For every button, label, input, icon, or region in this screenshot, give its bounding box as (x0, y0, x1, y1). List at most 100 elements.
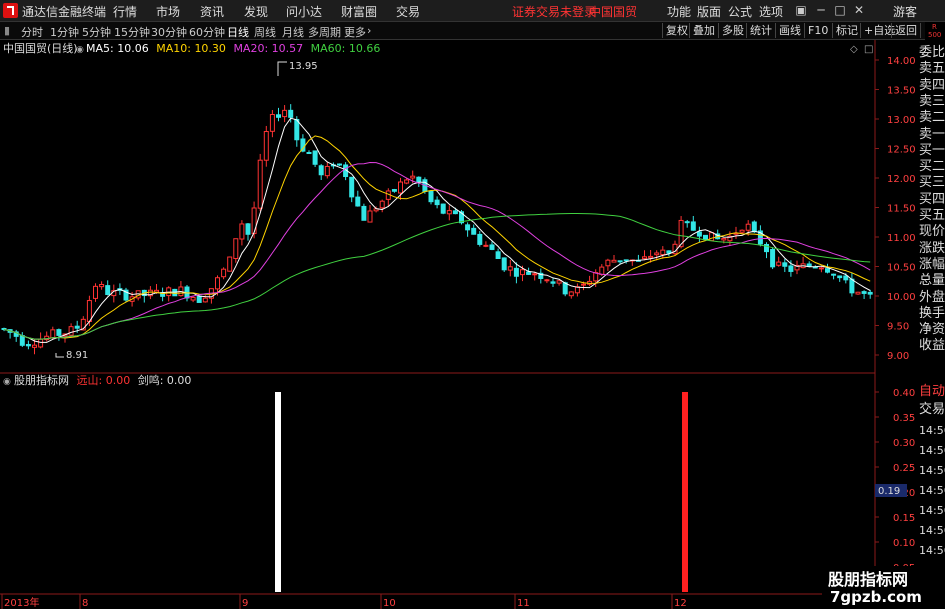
trade-tab[interactable]: 交易 (919, 402, 945, 417)
period-tab-15min[interactable]: 15分钟 (114, 24, 150, 40)
overlay-button[interactable]: 叠加 (689, 23, 718, 38)
candle-up (642, 256, 647, 260)
candle-up (379, 200, 385, 209)
auto-toggle[interactable]: 自动 (919, 384, 945, 399)
quote-field-label[interactable]: 现价 (919, 224, 945, 239)
candle-up (776, 261, 782, 266)
chart-settings-icon[interactable]: ◇ (850, 44, 858, 55)
menu-item-wealth[interactable]: 财富圈 (341, 3, 377, 20)
tick-time: 14:56 (919, 544, 945, 557)
mark-button[interactable]: 标记 (832, 23, 861, 38)
current-stock-notice[interactable]: 中国国贸 (589, 3, 637, 20)
time-tick-label: 8 (82, 598, 88, 609)
indicator-tick-label: 0.10 (893, 538, 915, 549)
quote-field-label[interactable]: 卖二 (919, 110, 945, 125)
candle-up (227, 256, 233, 272)
kline-chart[interactable]: 14.00 13.50 13.00 12.50 12.00 11.50 11.00 10.50… (0, 40, 916, 609)
candle-down (288, 109, 294, 118)
menu-item-trade[interactable]: 交易 (396, 3, 420, 20)
menu-item-market[interactable]: 市场 (156, 3, 180, 20)
menu-item-discover[interactable]: 发现 (244, 3, 268, 20)
chart-zoom-icon[interactable]: □ (864, 44, 873, 55)
draw-line-button[interactable]: 画线 (775, 23, 804, 38)
quote-field-label[interactable]: 总量 (919, 273, 945, 288)
quote-field-label[interactable]: 卖四 (919, 78, 945, 93)
period-tab-60min[interactable]: 60分钟 (189, 24, 225, 40)
candle-up (221, 268, 227, 278)
close-icon[interactable]: ✕ (851, 2, 867, 18)
candle-up (282, 109, 288, 118)
menu-item-formula[interactable]: 公式 (728, 3, 752, 20)
menu-item-function[interactable]: 功能 (667, 3, 691, 20)
quote-field-label[interactable]: 外盘 (919, 290, 945, 305)
candle-up (709, 232, 715, 242)
menu-item-news[interactable]: 资讯 (200, 3, 224, 20)
candle-down (843, 275, 849, 281)
candle-up (93, 285, 98, 299)
minimize-icon[interactable]: ─ (813, 2, 829, 18)
indicator-expand-icon[interactable]: ◉ (3, 377, 11, 387)
menu-item-options[interactable]: 选项 (759, 3, 783, 20)
candle-up (556, 280, 562, 284)
f10-button[interactable]: F10 (804, 23, 831, 38)
indicator-line1-value: 0.00 (106, 374, 131, 387)
menu-item-quotes[interactable]: 行情 (113, 3, 137, 20)
quote-field-label[interactable]: 买五 (919, 208, 945, 223)
candle-up (68, 326, 74, 336)
period-tab-30min[interactable]: 30分钟 (151, 24, 187, 40)
statistics-button[interactable]: 统计 (746, 23, 775, 38)
badge-bottom: 500 (928, 31, 942, 39)
maximize-icon[interactable]: □ (832, 2, 848, 18)
candle-down (25, 343, 31, 347)
quote-field-label[interactable]: 卖三 (919, 94, 945, 109)
quote-field-label[interactable]: 涨幅 (919, 257, 945, 272)
period-tab-multi[interactable]: 多周期 (308, 24, 341, 40)
period-tab-5min[interactable]: 5分钟 (82, 24, 111, 40)
quote-field-label[interactable]: 买四 (919, 192, 945, 207)
candle-up (568, 291, 574, 297)
indicator-tick-label: 0.40 (893, 388, 915, 399)
quote-field-label[interactable]: 卖五 (919, 61, 945, 76)
more-chevron-icon[interactable]: › (367, 24, 371, 37)
menu-item-layout[interactable]: 版面 (697, 3, 721, 20)
r500-badge[interactable]: R 500 (925, 22, 945, 40)
candle-up (739, 229, 745, 233)
quote-field-label[interactable]: 买二 (919, 159, 945, 174)
period-tab-1min[interactable]: 1分钟 (50, 24, 79, 40)
ma60-label: MA60 (311, 42, 342, 55)
price-tick-label: 13.00 (887, 115, 916, 126)
period-tab-monthly[interactable]: 月线 (282, 24, 304, 40)
period-tab-more[interactable]: 更多 (344, 24, 366, 40)
candle-down (56, 329, 62, 336)
candle-down (867, 291, 873, 295)
candle-up (86, 300, 92, 322)
indicator-line1-name: 远山 (77, 374, 99, 387)
quote-field-label[interactable]: 净资 (919, 322, 945, 337)
indicator-tick-label: 0.15 (893, 513, 915, 524)
back-button[interactable]: 返回 (891, 23, 921, 38)
candle-down (105, 285, 111, 295)
candle-up (745, 223, 751, 231)
candle-down (806, 263, 812, 267)
period-tab-daily[interactable]: 日线 (227, 24, 249, 40)
period-tab-weekly[interactable]: 周线 (254, 24, 276, 40)
period-tab-intraday[interactable]: 分时 (21, 24, 43, 40)
trade-login-notice[interactable]: 证券交易未登录 (512, 3, 596, 20)
candle-up (257, 159, 263, 209)
quote-field-label[interactable]: 换手 (919, 306, 945, 321)
quote-field-label[interactable]: 涨跌 (919, 241, 945, 256)
ma-expand-icon[interactable]: ◉ (76, 45, 84, 55)
quote-field-label[interactable]: 收益 (919, 338, 945, 353)
guest-user[interactable]: 游客 (893, 3, 917, 20)
quote-field-label[interactable]: 卖一 (919, 127, 945, 142)
candle-down (361, 205, 367, 221)
quote-field-label[interactable]: 委比 (919, 45, 945, 60)
quote-field-label[interactable]: 买三 (919, 175, 945, 190)
menu-item-assistant[interactable]: 问小达 (286, 3, 322, 20)
skin-icon[interactable]: ▣ (793, 2, 809, 18)
restore-rights-button[interactable]: 复权 (662, 23, 691, 38)
candle-down (782, 262, 788, 267)
multi-stock-button[interactable]: 多股 (718, 23, 747, 38)
quote-field-label[interactable]: 买一 (919, 143, 945, 158)
candle-up (605, 259, 611, 267)
